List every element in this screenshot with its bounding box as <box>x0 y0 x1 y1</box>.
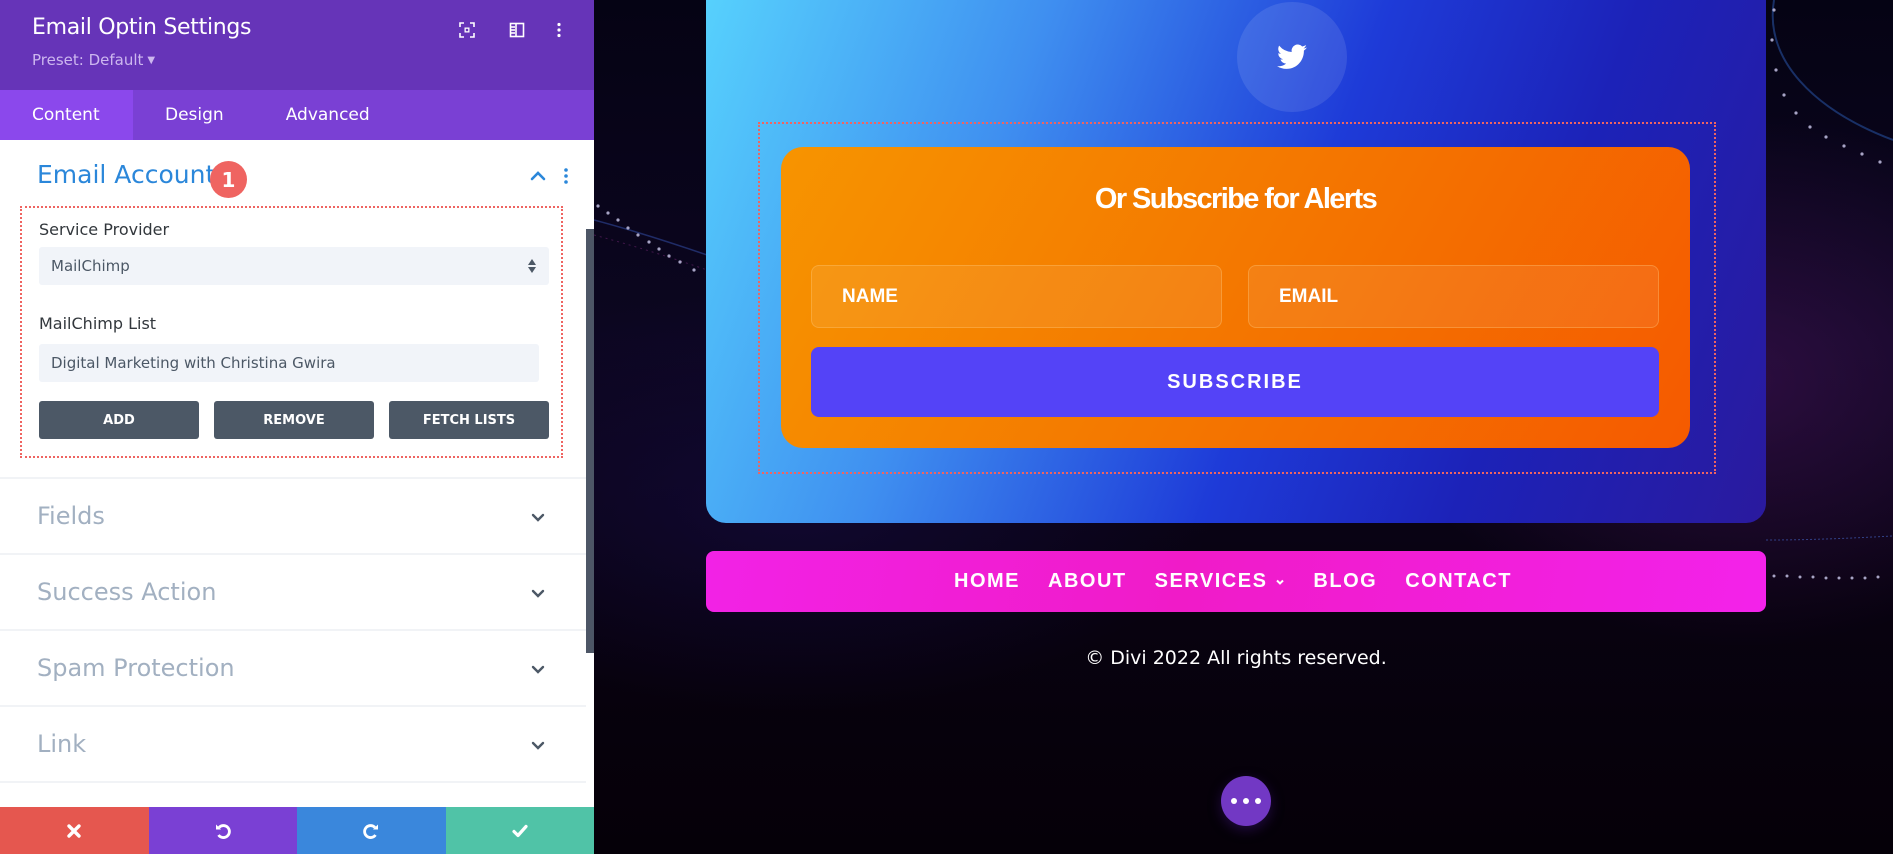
preset-label: Preset: Default <box>32 51 144 69</box>
cancel-button[interactable] <box>0 807 149 854</box>
settings-tabs: Content Design Advanced <box>0 90 594 140</box>
section-title-email-account[interactable]: Email Account <box>37 160 215 189</box>
nav-label: SERVICES <box>1154 570 1268 592</box>
mailchimp-list-label: MailChimp List <box>39 314 157 333</box>
nav-label: CONTACT <box>1405 570 1512 592</box>
service-provider-value: MailChimp <box>51 257 130 275</box>
undo-icon <box>215 823 231 839</box>
nav-label: ABOUT <box>1048 570 1127 592</box>
section-divider <box>0 781 586 783</box>
section-success-action[interactable]: Success Action <box>0 553 586 629</box>
notification-badge: 1 <box>210 161 247 198</box>
nav-item-about[interactable]: ABOUT <box>1048 570 1127 593</box>
section-link[interactable]: Link <box>0 705 586 781</box>
preset-selector[interactable]: Preset: Default ▼ <box>32 51 155 69</box>
checkmark-icon <box>512 824 528 837</box>
fetch-lists-button[interactable]: FETCH LISTS <box>389 401 549 439</box>
chevron-down-icon <box>531 589 545 598</box>
redo-icon <box>363 823 379 839</box>
focus-mode-icon[interactable] <box>457 20 477 40</box>
page-preview: Or Subscribe for Alerts NAME EMAIL SUBSC… <box>594 0 1893 854</box>
service-provider-label: Service Provider <box>39 220 170 239</box>
section-label: Fields <box>37 502 105 530</box>
email-account-fields: Service Provider MailChimp MailChimp Lis… <box>20 206 563 458</box>
name-field[interactable]: NAME <box>811 265 1222 328</box>
panel-header: Email Optin Settings Preset: Default ▼ <box>0 0 594 90</box>
site-navigation: HOME ABOUT SERVICES BLOG CONTACT <box>706 551 1766 612</box>
more-options-icon[interactable] <box>549 20 569 40</box>
close-icon <box>67 823 81 838</box>
tab-design[interactable]: Design <box>133 90 254 140</box>
nav-label: HOME <box>954 570 1021 592</box>
chevron-down-icon <box>531 741 545 750</box>
panel-body: Email Account 1 Service Provider MailChi… <box>0 140 586 807</box>
section-label: Link <box>37 730 87 758</box>
email-field[interactable]: EMAIL <box>1248 265 1659 328</box>
section-spam-protection[interactable]: Spam Protection <box>0 629 586 705</box>
caret-down-icon: ▼ <box>147 55 156 66</box>
optin-title: Or Subscribe for Alerts <box>1094 183 1378 215</box>
chevron-down-icon <box>531 513 545 522</box>
select-arrows-icon <box>528 259 536 273</box>
tab-content[interactable]: Content <box>0 90 133 140</box>
dot-icon <box>1231 798 1237 804</box>
nav-item-home[interactable]: HOME <box>954 570 1020 593</box>
nav-label: BLOG <box>1313 570 1378 592</box>
section-more-icon[interactable] <box>560 166 572 186</box>
remove-button[interactable]: REMOVE <box>214 401 374 439</box>
add-button[interactable]: ADD <box>39 401 199 439</box>
footer-copyright: © Divi 2022 All rights reserved. <box>1085 647 1387 669</box>
subscribe-button[interactable]: SUBSCRIBE <box>811 347 1659 417</box>
chevron-down-icon <box>531 665 545 674</box>
twitter-button[interactable] <box>1237 2 1347 112</box>
panel-action-bar <box>0 807 594 854</box>
save-button[interactable] <box>445 807 594 854</box>
nav-item-blog[interactable]: BLOG <box>1313 570 1377 593</box>
dot-icon <box>1243 798 1249 804</box>
split-view-icon[interactable] <box>507 20 527 40</box>
email-optin-module: Or Subscribe for Alerts NAME EMAIL SUBSC… <box>781 147 1690 448</box>
section-label: Success Action <box>37 578 217 606</box>
redo-button[interactable] <box>297 807 446 854</box>
section-fields[interactable]: Fields <box>0 477 586 553</box>
panel-title: Email Optin Settings <box>32 15 252 40</box>
nav-item-contact[interactable]: CONTACT <box>1405 570 1512 593</box>
settings-panel: Email Optin Settings Preset: Default ▼ Co… <box>0 0 594 854</box>
mailchimp-list-field[interactable] <box>39 344 539 382</box>
page-settings-button[interactable] <box>1221 776 1271 826</box>
scrollbar[interactable] <box>586 229 594 653</box>
section-label: Spam Protection <box>37 654 235 682</box>
undo-button[interactable] <box>148 807 297 854</box>
chevron-down-icon <box>1276 579 1285 585</box>
chevron-up-icon[interactable] <box>528 166 548 186</box>
tab-advanced[interactable]: Advanced <box>254 90 402 140</box>
dot-icon <box>1255 798 1261 804</box>
twitter-icon <box>1277 44 1307 69</box>
service-provider-select[interactable]: MailChimp <box>39 247 549 285</box>
nav-item-services[interactable]: SERVICES <box>1155 570 1286 593</box>
